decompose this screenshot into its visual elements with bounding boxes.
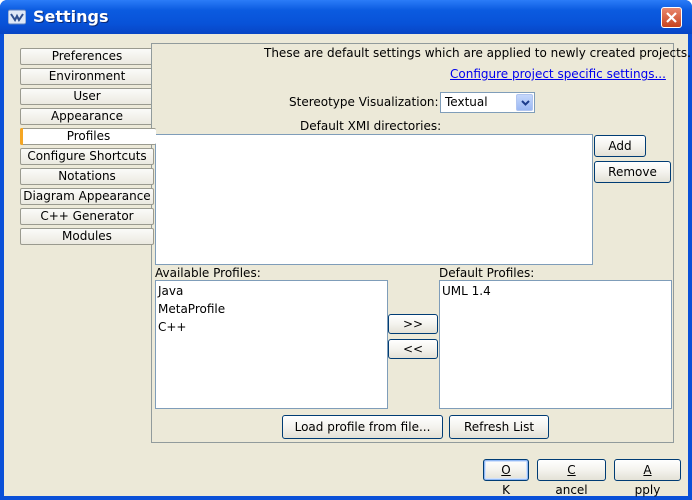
nav-label: User — [73, 89, 101, 103]
default-profiles-label: Default Profiles: — [439, 266, 535, 280]
refresh-list-button[interactable]: Refresh List — [449, 415, 549, 439]
ok-label: OK — [501, 463, 511, 497]
nav-modules[interactable]: Modules — [20, 228, 154, 245]
available-profiles-label: Available Profiles: — [155, 266, 261, 280]
list-item[interactable]: Java — [158, 284, 183, 298]
ok-button[interactable]: OK — [483, 459, 529, 497]
configure-project-link[interactable]: Configure project specific settings... — [450, 67, 666, 81]
move-left-button[interactable]: << — [388, 339, 438, 359]
dialog-body: Preferences Environment User Appearance … — [4, 34, 691, 497]
available-profiles-list[interactable]: Java MetaProfile C++ — [155, 280, 388, 409]
nav-label: Notations — [58, 169, 116, 183]
remove-label: Remove — [608, 165, 657, 179]
title-bar[interactable]: Settings — [0, 0, 692, 34]
nav-environment[interactable]: Environment — [20, 68, 154, 85]
chevron-down-icon — [521, 100, 530, 106]
nav-label: Diagram Appearance — [23, 189, 151, 203]
move-right-label: >> — [402, 317, 424, 331]
profiles-panel: These are default settings which are app… — [151, 43, 691, 443]
close-icon — [666, 12, 677, 23]
nav-notations[interactable]: Notations — [20, 168, 154, 185]
apply-label: Apply — [634, 463, 661, 497]
nav-user[interactable]: User — [20, 88, 154, 105]
list-item[interactable]: C++ — [158, 320, 187, 334]
dropdown-arrow[interactable] — [516, 94, 533, 111]
default-profiles-list[interactable]: UML 1.4 — [439, 280, 672, 409]
window-title: Settings — [33, 7, 109, 26]
stereotype-combo[interactable]: Textual — [440, 92, 535, 113]
info-text: These are default settings which are app… — [264, 46, 691, 60]
nav-diagram-appearance[interactable]: Diagram Appearance — [20, 188, 154, 205]
cancel-button[interactable]: Cancel — [537, 459, 606, 497]
nav-profiles[interactable]: Profiles — [20, 128, 156, 145]
app-icon — [7, 9, 27, 25]
remove-button[interactable]: Remove — [594, 161, 671, 183]
nav-label: Environment — [48, 69, 126, 83]
move-right-button[interactable]: >> — [388, 314, 438, 334]
list-item[interactable]: MetaProfile — [158, 302, 225, 316]
nav-label: Appearance — [50, 109, 124, 123]
nav-label: Modules — [62, 229, 112, 243]
nav-label: C++ Generator — [40, 209, 134, 223]
apply-button[interactable]: Apply — [614, 459, 681, 497]
load-profile-label: Load profile from file... — [294, 420, 431, 434]
stereotype-label: Stereotype Visualization: — [289, 95, 439, 109]
nav-label: Configure Shortcuts — [27, 149, 147, 163]
close-button[interactable] — [661, 7, 682, 28]
nav-label: Profiles — [66, 129, 111, 143]
load-profile-button[interactable]: Load profile from file... — [282, 415, 443, 439]
xmi-label: Default XMI directories: — [300, 119, 442, 133]
refresh-list-label: Refresh List — [463, 420, 535, 434]
stereotype-value: Textual — [445, 95, 488, 109]
nav-cpp-generator[interactable]: C++ Generator — [20, 208, 154, 225]
xmi-directories-list[interactable] — [155, 134, 593, 265]
cancel-label: Cancel — [555, 463, 588, 497]
settings-window: Settings Preferences Environment User Ap… — [0, 0, 692, 500]
add-label: Add — [608, 139, 632, 153]
move-left-label: << — [402, 342, 424, 356]
add-button[interactable]: Add — [594, 135, 646, 157]
nav-preferences[interactable]: Preferences — [20, 48, 154, 65]
nav-configure-shortcuts[interactable]: Configure Shortcuts — [20, 148, 154, 165]
nav-appearance[interactable]: Appearance — [20, 108, 154, 125]
nav-label: Preferences — [51, 49, 123, 63]
list-item[interactable]: UML 1.4 — [442, 284, 491, 298]
